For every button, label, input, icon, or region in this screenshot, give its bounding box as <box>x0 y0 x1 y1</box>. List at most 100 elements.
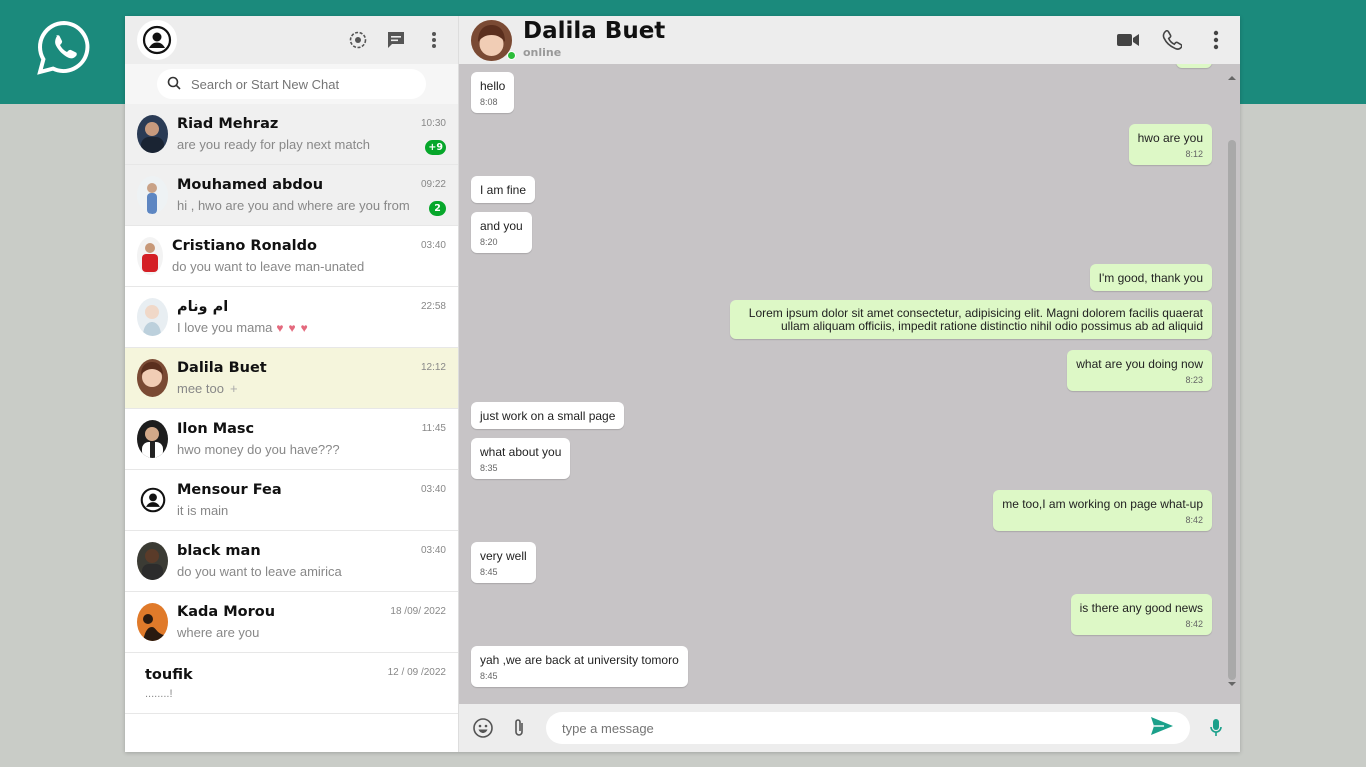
chat-item-active[interactable]: Dalila Buet mee too + 12:12 <box>125 348 458 409</box>
app-window: Riad Mehraz are you ready for play next m… <box>125 16 1240 752</box>
message-time: 8:20 <box>480 237 498 247</box>
avatar <box>137 420 168 458</box>
phone-call-icon[interactable] <box>1160 28 1184 52</box>
message-text: hwo are you <box>1137 131 1203 145</box>
new-chat-icon[interactable] <box>384 28 408 52</box>
search-icon <box>167 75 181 94</box>
chat-item[interactable]: ام ونام I love you mama ♥♥♥ 22:58 <box>125 287 458 348</box>
chat-item[interactable]: Riad Mehraz are you ready for play next m… <box>125 104 458 165</box>
message-text: what about you <box>480 445 562 459</box>
contact-status: online <box>523 46 562 59</box>
avatar <box>137 298 168 336</box>
send-icon[interactable] <box>1150 716 1174 740</box>
message-bubble-incoming: I am fine <box>471 176 536 203</box>
sidebar-header <box>125 16 458 64</box>
avatar <box>137 603 168 641</box>
message-bubble-incoming: just work on a small page <box>471 402 625 429</box>
avatar <box>137 237 163 275</box>
message-bubble-outgoing: me too,I am working on page what-up 8:42 <box>993 490 1212 531</box>
message-text: is there any good news <box>1079 601 1203 615</box>
chat-time: 03:40 <box>420 484 446 495</box>
chat-time: 09:22 <box>420 179 446 190</box>
chat-time: 12:12 <box>420 362 446 373</box>
message-input[interactable] <box>562 720 1150 736</box>
search-box[interactable] <box>157 69 426 99</box>
chat-time: 03:40 <box>420 240 446 251</box>
message-time: 8:23 <box>1185 375 1203 385</box>
whatsapp-logo-icon <box>34 18 94 78</box>
composer <box>459 704 1240 752</box>
chat-item[interactable]: Ilon Masc hwo money do you have??? 11:45 <box>125 409 458 470</box>
chat-item[interactable]: Mouhamed abdou hi , hwo are you and where… <box>125 165 458 226</box>
sparkle-icon: + <box>229 381 238 396</box>
unread-badge: +9 <box>425 140 446 155</box>
chat-time: 22:58 <box>420 301 446 312</box>
message-text: and you <box>480 219 523 233</box>
avatar <box>137 176 168 214</box>
chat-pane: Dalila Buet online hello 8:08 hwo are you… <box>459 16 1240 752</box>
chat-menu-icon[interactable] <box>1204 28 1228 52</box>
video-call-icon[interactable] <box>1116 28 1140 52</box>
chat-time: 10:30 <box>420 118 446 129</box>
message-text: hello <box>480 79 506 93</box>
message-time: 8:35 <box>480 463 498 473</box>
scroll-thumb[interactable] <box>1228 140 1236 680</box>
chat-time: 18 /09/ 2022 <box>390 606 446 617</box>
emoji-icon[interactable] <box>471 716 495 740</box>
message-bubble-outgoing: is there any good news 8:42 <box>1070 594 1212 635</box>
message-text: what are you doing now <box>1076 357 1203 371</box>
search-input[interactable] <box>191 76 416 92</box>
contact-name: Dalila Buet <box>523 18 666 44</box>
chat-name: Riad Mehraz <box>177 116 279 132</box>
hearts-icon: ♥♥♥ <box>276 321 313 335</box>
chat-item[interactable]: Cristiano Ronaldo do you want to leave ma… <box>125 226 458 287</box>
search-bar <box>125 64 458 104</box>
message-bubble-outgoing-partial <box>1176 64 1212 68</box>
chat-header: Dalila Buet online <box>459 16 1240 64</box>
contact-avatar[interactable] <box>471 19 516 61</box>
chat-name: Mouhamed abdou <box>177 177 324 193</box>
chat-item[interactable]: Kada Morou where are you 18 /09/ 2022 <box>125 592 458 653</box>
microphone-icon[interactable] <box>1204 716 1228 740</box>
chat-preview: hi , hwo are you and where are you from <box>177 198 410 213</box>
chat-preview: it is main <box>177 503 229 518</box>
message-time: 8:42 <box>1185 515 1203 525</box>
avatar <box>137 359 168 397</box>
message-time: 8:12 <box>1185 149 1203 159</box>
chat-item[interactable]: toufik........! 12 / 09 /2022 <box>125 653 458 714</box>
message-area[interactable]: hello 8:08 hwo are you 8:12 I am fine and … <box>459 64 1240 704</box>
online-indicator <box>507 50 516 60</box>
chat-name: Cristiano Ronaldo <box>172 238 317 254</box>
status-icon[interactable] <box>346 28 370 52</box>
chat-preview: mee too + <box>177 381 446 396</box>
chat-preview-text: I love you mama <box>177 320 273 335</box>
chat-list: Riad Mehraz are you ready for play next m… <box>125 104 458 752</box>
profile-avatar[interactable] <box>137 20 177 60</box>
message-bubble-incoming: hello 8:08 <box>471 72 515 113</box>
chat-name: black man <box>177 543 261 559</box>
chat-name: Ilon Masc <box>177 421 255 437</box>
message-input-box[interactable] <box>546 712 1190 744</box>
message-time: 8:08 <box>480 97 498 107</box>
menu-icon[interactable] <box>422 28 446 52</box>
message-time: 8:45 <box>480 671 498 681</box>
message-time: 8:45 <box>480 567 498 577</box>
message-bubble-outgoing: Lorem ipsum dolor sit amet consectetur, … <box>730 300 1212 339</box>
message-scrollbar[interactable] <box>1226 70 1238 690</box>
chat-preview: are you ready for play next match <box>177 137 370 152</box>
message-text: Lorem ipsum dolor sit amet consectetur, … <box>748 306 1203 333</box>
attach-icon[interactable] <box>507 716 531 740</box>
message-text: I'm good, thank you <box>1098 271 1203 285</box>
message-text: just work on a small page <box>480 409 616 423</box>
chat-preview: ........! <box>145 687 173 700</box>
chat-preview: do you want to leave amirica <box>177 564 342 579</box>
message-bubble-outgoing: I'm good, thank you <box>1089 264 1212 291</box>
message-text: yah ,we are back at university tomoro <box>480 653 679 667</box>
chat-preview: I love you mama ♥♥♥ <box>177 320 446 335</box>
chat-time: 12 / 09 /2022 <box>387 667 446 678</box>
chat-time: 03:40 <box>420 545 446 556</box>
chat-item[interactable]: Mensour Fea it is main 03:40 <box>125 470 458 531</box>
chat-preview: do you want to leave man-unated <box>172 259 365 274</box>
chat-item[interactable]: black man do you want to leave amirica 03… <box>125 531 458 592</box>
chat-name: Dalila Buet <box>177 360 267 376</box>
